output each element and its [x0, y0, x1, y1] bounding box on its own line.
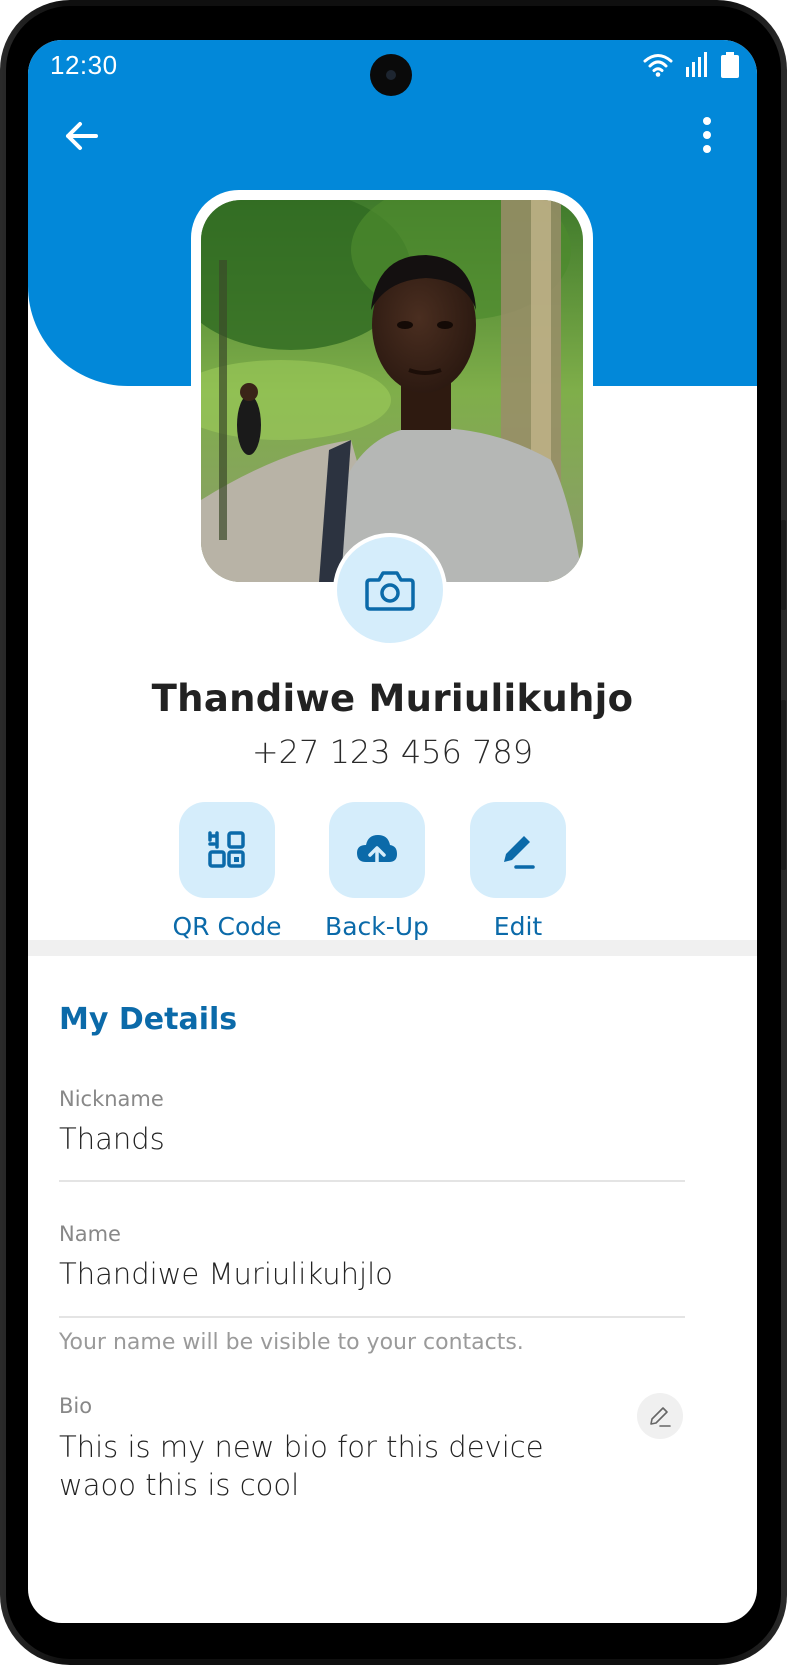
more-options-button[interactable]	[695, 116, 719, 156]
signal-icon	[686, 52, 707, 77]
nickname-underline	[59, 1180, 685, 1182]
profile-name: Thandiwe Muriulikuhjo	[151, 677, 634, 720]
bio-edit-button[interactable]	[637, 1393, 683, 1439]
back-up-label: Back-Up	[325, 912, 429, 941]
wifi-icon	[643, 54, 673, 77]
name-hint: Your name will be visible to your contac…	[59, 1330, 524, 1355]
battery-icon	[721, 52, 739, 78]
bio-label: Bio	[59, 1394, 93, 1418]
name-field[interactable]: Thandiwe Muriulikuhjlo	[59, 1257, 393, 1291]
my-details-title: My Details	[59, 1002, 238, 1037]
name-label: Name	[59, 1222, 121, 1246]
qr-code-icon	[208, 831, 245, 868]
nickname-field[interactable]: Thands	[59, 1122, 165, 1156]
edit-action[interactable]: Edit	[448, 802, 588, 941]
arrow-left-icon	[66, 122, 98, 150]
status-icons	[643, 52, 739, 78]
edit-label: Edit	[493, 912, 543, 941]
section-divider	[28, 940, 757, 956]
phone-frame: 12:30 Thandiwe Muriulikuhjo +27 123 456 …	[0, 0, 787, 1665]
avatar-frame	[191, 190, 593, 592]
screen: 12:30 Thandiwe Muriulikuhjo +27 123 456 …	[28, 40, 757, 1623]
avatar[interactable]	[201, 200, 583, 582]
back-up-tile[interactable]	[329, 802, 425, 898]
cloud-upload-icon	[357, 835, 397, 868]
qr-code-label: QR Code	[172, 912, 282, 941]
status-time: 12:30	[50, 50, 118, 80]
bio-field[interactable]: This is my new bio for this device waoo …	[59, 1428, 619, 1504]
pencil-icon	[650, 1407, 671, 1427]
back-button[interactable]	[62, 116, 102, 156]
back-up-action[interactable]: Back-Up	[307, 802, 447, 941]
profile-photo	[201, 200, 583, 582]
nickname-label: Nickname	[59, 1087, 164, 1111]
name-underline	[59, 1316, 685, 1318]
profile-phone: +27 123 456 789	[251, 733, 534, 771]
power-button	[781, 520, 786, 610]
front-camera	[370, 54, 412, 96]
more-vertical-icon	[703, 117, 711, 153]
qr-code-tile[interactable]	[179, 802, 275, 898]
change-photo-button[interactable]	[333, 533, 447, 647]
edit-tile[interactable]	[470, 802, 566, 898]
pencil-icon	[504, 836, 535, 869]
camera-icon	[365, 571, 415, 611]
volume-button	[781, 700, 786, 870]
qr-code-action[interactable]: QR Code	[157, 802, 297, 941]
